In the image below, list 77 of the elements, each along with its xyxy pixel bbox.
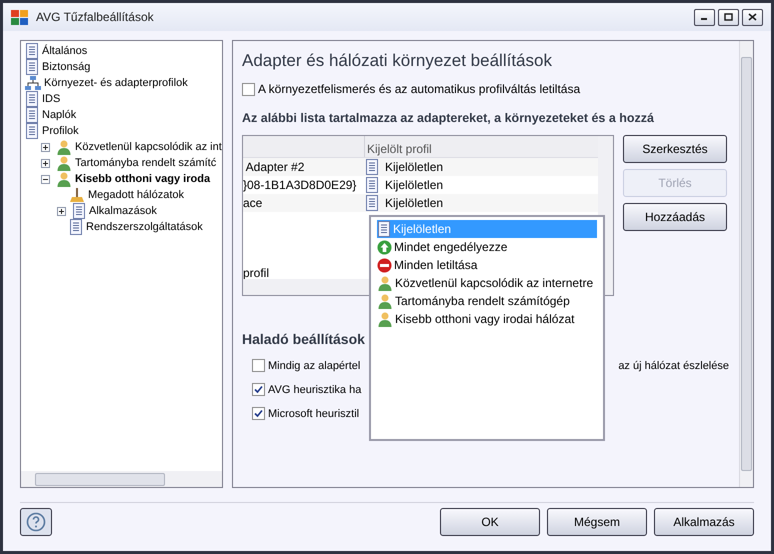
checkbox[interactable] xyxy=(252,407,265,420)
close-button[interactable] xyxy=(742,8,763,26)
table-cell-text: ace xyxy=(243,194,264,212)
tree-item[interactable]: Általános xyxy=(42,43,88,59)
checkbox-label: Mindig az alapértel xyxy=(268,358,360,374)
document-icon xyxy=(25,123,39,139)
button[interactable]: OK xyxy=(440,508,540,536)
expand-toggle[interactable] xyxy=(41,174,50,184)
section-heading: Haladó beállítások xyxy=(242,330,366,349)
checkbox[interactable] xyxy=(242,82,255,96)
network-icon xyxy=(25,75,41,91)
checkbox-label: az új hálózat észlelése xyxy=(618,358,729,374)
table-cell-text: Adapter #2 xyxy=(244,158,306,176)
help-button[interactable] xyxy=(20,508,52,536)
tree-item[interactable]: Profilok xyxy=(42,123,79,139)
dropdown-option[interactable]: Tartományba rendelt számítógép xyxy=(377,292,597,310)
expand-toggle[interactable] xyxy=(41,142,50,152)
person-icon xyxy=(56,155,72,171)
panel-title: Adapter és hálózati környezet beállítások xyxy=(242,51,553,71)
dropdown-option[interactable]: Kisebb otthoni vagy irodai hálózat xyxy=(377,310,597,328)
button[interactable]: Szerkesztés xyxy=(623,134,727,163)
vertical-scrollbar[interactable] xyxy=(739,41,753,487)
tree-item[interactable]: Alkalmazások xyxy=(89,203,157,219)
app-logo-icon xyxy=(11,10,28,24)
plus-icon xyxy=(42,160,49,166)
tree-item[interactable]: IDS xyxy=(42,91,60,107)
table-cell-text: Kijelöletlen xyxy=(385,194,444,212)
document-icon xyxy=(69,219,83,235)
checkbox[interactable] xyxy=(252,383,265,396)
button[interactable]: Alkalmazás xyxy=(654,508,754,536)
person-icon xyxy=(377,311,393,327)
document-icon xyxy=(25,107,39,123)
expand-toggle[interactable] xyxy=(41,158,50,168)
dropdown-option[interactable]: Minden letiltása xyxy=(377,256,597,274)
table-cell-text: profil xyxy=(243,264,270,282)
person-icon xyxy=(56,139,72,155)
help-icon xyxy=(26,512,46,532)
person-icon xyxy=(377,293,393,309)
table-cell-text: Kijelöletlen xyxy=(385,176,444,194)
button[interactable]: Hozzáadás xyxy=(623,202,727,231)
dropdown-option[interactable]: Közvetlenül kapcsolódik az internetre xyxy=(377,274,597,292)
network-tool-icon xyxy=(69,187,85,203)
person-icon xyxy=(377,275,393,291)
checkbox[interactable] xyxy=(252,359,265,372)
tree-item[interactable]: Közvetlenül kapcsolódik az int xyxy=(75,139,222,155)
plus-icon xyxy=(42,144,49,150)
document-icon xyxy=(377,221,391,237)
window-title: AVG Tűzfalbeállítások xyxy=(36,9,155,26)
tree-item[interactable]: Környezet- és adapterprofilok xyxy=(44,75,188,91)
dropdown-option[interactable]: Mindet engedélyezze xyxy=(377,238,597,256)
tree-item[interactable]: Tartományba rendelt számítć xyxy=(75,155,216,171)
plus-icon xyxy=(58,208,65,214)
maximize-button[interactable] xyxy=(718,8,739,26)
horizontal-scrollbar[interactable] xyxy=(21,471,222,487)
close-icon xyxy=(748,13,757,21)
tree-item[interactable]: Rendszerszolgáltatások xyxy=(86,219,203,235)
tree-item[interactable]: Megadott hálózatok xyxy=(88,187,184,203)
list-heading: Az alábbi lista tartalmazza az adaptereket, a környezeteket és a hozzá xyxy=(242,110,655,127)
document-icon xyxy=(25,43,39,59)
tree-item[interactable]: Naplók xyxy=(42,107,76,123)
column-header[interactable]: Kijelölt profil xyxy=(365,136,432,157)
button[interactable]: Mégsem xyxy=(547,508,647,536)
document-icon xyxy=(25,59,39,75)
table-cell-text: }08-1B1A3D8D0E29} xyxy=(243,176,358,194)
checkbox-label: Microsoft heurisztil xyxy=(268,406,360,422)
document-icon xyxy=(25,91,39,107)
table-cell-text: Kijelöletlen xyxy=(385,158,444,176)
expand-toggle[interactable] xyxy=(57,206,66,216)
document-icon xyxy=(72,203,86,219)
tree-item[interactable]: Kisebb otthoni vagy iroda xyxy=(75,171,210,187)
person-icon xyxy=(56,171,72,187)
maximize-icon xyxy=(724,13,733,21)
minimize-button[interactable] xyxy=(694,8,715,26)
checkbox-label: AVG heurisztika ha xyxy=(268,382,362,398)
checkbox-label: A környezetfelismerés és az automatikus profilváltás letiltása xyxy=(258,81,580,98)
tree-item[interactable]: Biztonság xyxy=(42,59,90,75)
block-icon xyxy=(377,258,392,272)
